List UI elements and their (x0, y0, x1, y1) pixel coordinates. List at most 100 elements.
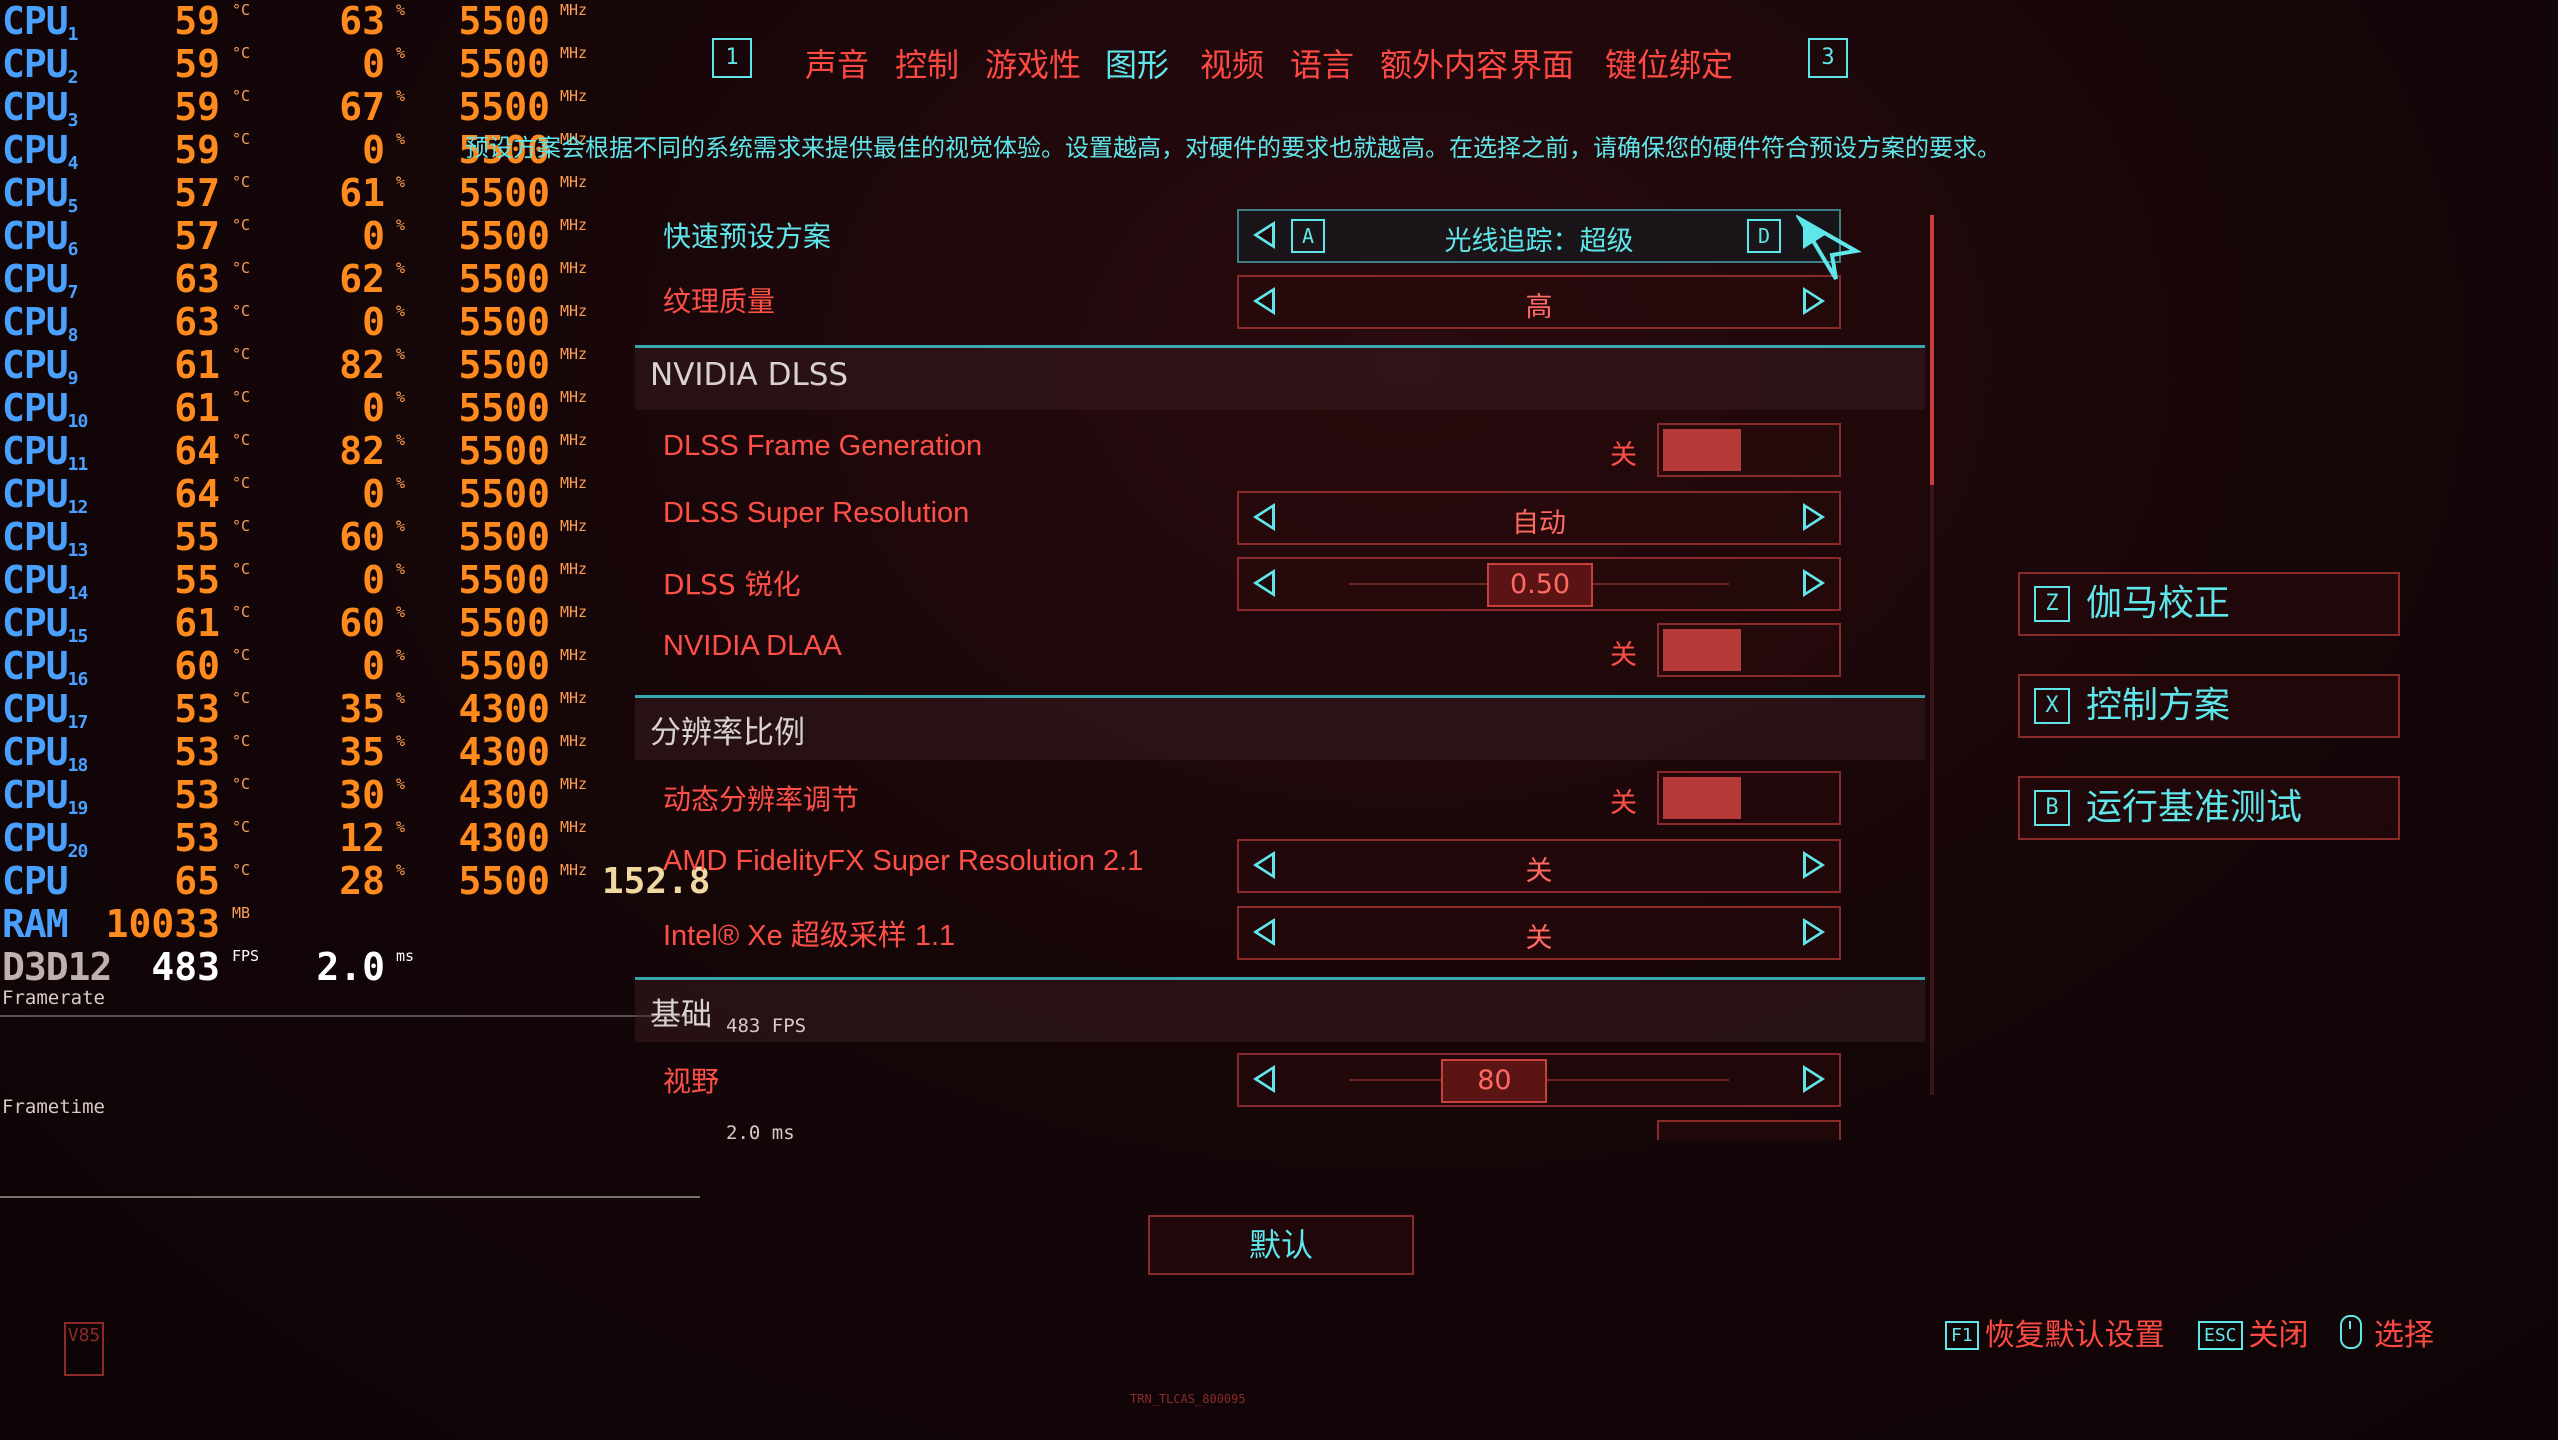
partial-toggle[interactable] (1657, 1120, 1841, 1140)
osd-cpu-load: 0 (362, 300, 385, 344)
side-button-b[interactable]: B 运行基准测试 (2018, 776, 2400, 840)
osd-unit: % (396, 345, 406, 363)
dynamic-resolution-label: 动态分辨率调节 (663, 783, 860, 816)
section-band (635, 698, 1925, 760)
osd-cpu-temp: 64 (174, 472, 220, 516)
dynamic-resolution-toggle[interactable] (1657, 771, 1841, 825)
tab-2[interactable]: 控制 (895, 40, 959, 86)
osd-unit: °C (232, 818, 251, 836)
arrow-right-icon[interactable] (1803, 851, 1825, 879)
osd-cpu-load: 0 (362, 128, 385, 172)
tab-3[interactable]: 游戏性 (985, 40, 1081, 86)
osd-cpu-load: 0 (362, 214, 385, 258)
side-button-x[interactable]: X 控制方案 (2018, 674, 2400, 738)
osd-unit: % (396, 173, 406, 191)
preset-key-d[interactable]: D (1747, 219, 1781, 253)
side-button-label: 伽马校正 (2086, 583, 2231, 624)
prev-tab-key[interactable]: 1 (712, 38, 752, 78)
osd-unit: °C (232, 44, 251, 62)
osd-cpu-temp: 59 (174, 85, 220, 129)
nvidia-dlaa-label: NVIDIA DLAA (663, 630, 842, 662)
quick-preset-selector[interactable]: A 光线追踪：超级 D (1237, 209, 1841, 263)
arrow-left-icon[interactable] (1253, 569, 1275, 597)
osd-unit: °C (232, 775, 251, 793)
osd-unit: °C (232, 388, 251, 406)
osd-cpu-clock: 4300 (458, 816, 550, 860)
osd-unit: % (396, 302, 406, 320)
side-button-z[interactable]: Z 伽马校正 (2018, 572, 2400, 636)
fsr-selector[interactable]: 关 (1237, 839, 1841, 893)
quick-preset-label: 快速预设方案 (663, 220, 832, 253)
close-hint[interactable]: ESC 关闭 (2198, 1310, 2309, 1354)
osd-cpu-load: 82 (339, 343, 385, 387)
key-x-icon: X (2034, 688, 2070, 724)
osd-unit: MHz (560, 345, 588, 363)
osd-cpu-temp: 59 (174, 42, 220, 86)
osd-row: RAM 10033 MB (0, 903, 700, 946)
tab-6[interactable]: 语言 (1290, 40, 1354, 86)
osd-cpu-load: 0 (362, 558, 385, 602)
arrow-right-icon[interactable] (1803, 503, 1825, 531)
restore-defaults-hint[interactable]: F1 恢复默认设置 (1945, 1310, 2165, 1354)
key-z-icon: Z (2034, 586, 2070, 622)
osd-unit: % (396, 44, 406, 62)
tab-9[interactable]: 键位绑定 (1605, 40, 1733, 86)
tab-7[interactable]: 额外内容 (1380, 40, 1508, 86)
osd-unit: °C (232, 216, 251, 234)
section-title-resolution: 分辨率比例 (650, 715, 805, 751)
next-tab-key[interactable]: 3 (1808, 38, 1848, 78)
arrow-right-icon[interactable] (1803, 287, 1825, 315)
tab-1[interactable]: 声音 (805, 40, 869, 86)
osd-row: CPU11 64 °C 82% 5500 MHz (0, 430, 700, 476)
arrow-right-icon[interactable] (1803, 569, 1825, 597)
osd-unit: % (396, 818, 406, 836)
osd-unit: °C (232, 1, 251, 19)
select-hint[interactable]: 选择 (2340, 1310, 2434, 1354)
osd-fps-value: 483 (151, 945, 220, 989)
osd-unit: °C (232, 474, 251, 492)
osd-cpu-load: 28 (339, 859, 385, 903)
nvidia-dlaa-toggle[interactable] (1657, 623, 1841, 677)
osd-api-label: D3D12 (2, 945, 112, 989)
osd-ram-label: RAM (2, 902, 69, 946)
osd-ms-small: 2.0 ms (726, 1122, 795, 1144)
osd-cpu-clock: 5500 (458, 558, 550, 602)
footer-code: TRN_TLCAS_800095 (1130, 1392, 1246, 1406)
osd-cpu-load: 61 (339, 171, 385, 215)
osd-cpu-temp: 55 (174, 558, 220, 602)
key-b-icon: B (2034, 790, 2070, 826)
tab-4[interactable]: 图形 (1105, 40, 1169, 86)
settings-scroll-thumb[interactable] (1930, 215, 1934, 485)
osd-cpu-clock: 5500 (458, 601, 550, 645)
dlss-super-resolution-selector[interactable]: 自动 (1237, 491, 1841, 545)
osd-unit: MHz (560, 173, 588, 191)
default-button[interactable]: 默认 (1148, 1215, 1414, 1275)
arrow-left-icon[interactable] (1253, 1065, 1275, 1093)
osd-cpu-total-label: CPU (2, 859, 69, 903)
arrow-right-icon[interactable] (1803, 1065, 1825, 1093)
slider-knob[interactable]: 80 (1441, 1059, 1548, 1103)
osd-unit: MHz (560, 216, 588, 234)
osd-cpu-temp: 55 (174, 515, 220, 559)
xess-selector[interactable]: 关 (1237, 906, 1841, 960)
slider-knob[interactable]: 0.50 (1487, 563, 1593, 607)
osd-frametime-value: 2.0 (316, 945, 385, 989)
arrow-right-icon[interactable] (1803, 918, 1825, 946)
fov-slider[interactable]: 80 (1237, 1053, 1841, 1107)
osd-cpu-load: 62 (339, 257, 385, 301)
osd-unit: °C (232, 87, 251, 105)
texture-quality-selector[interactable]: 高 (1237, 275, 1841, 329)
tab-8[interactable]: 界面 (1510, 40, 1574, 86)
osd-row: CPU10 61 °C 0% 5500 MHz (0, 387, 700, 433)
osd-cpu-clock: 4300 (458, 773, 550, 817)
osd-unit: % (396, 732, 406, 750)
osd-unit: % (396, 130, 406, 148)
osd-row: CPU 65 °C 28% 5500 MHz 152.8 (0, 859, 710, 903)
dlss-sharpen-label: DLSS 锐化 (663, 568, 801, 601)
tab-5[interactable]: 视频 (1200, 40, 1264, 86)
dlss-frame-generation-toggle[interactable] (1657, 423, 1841, 477)
settings-tab-bar: 1 声音 控制 游戏性 图形 视频 语言 额外内容 界面 键位绑定 3 (700, 30, 1900, 90)
dlss-sharpen-slider[interactable]: 0.50 (1237, 557, 1841, 611)
osd-unit: % (396, 431, 406, 449)
osd-fps-small: 483 FPS (726, 1015, 807, 1037)
